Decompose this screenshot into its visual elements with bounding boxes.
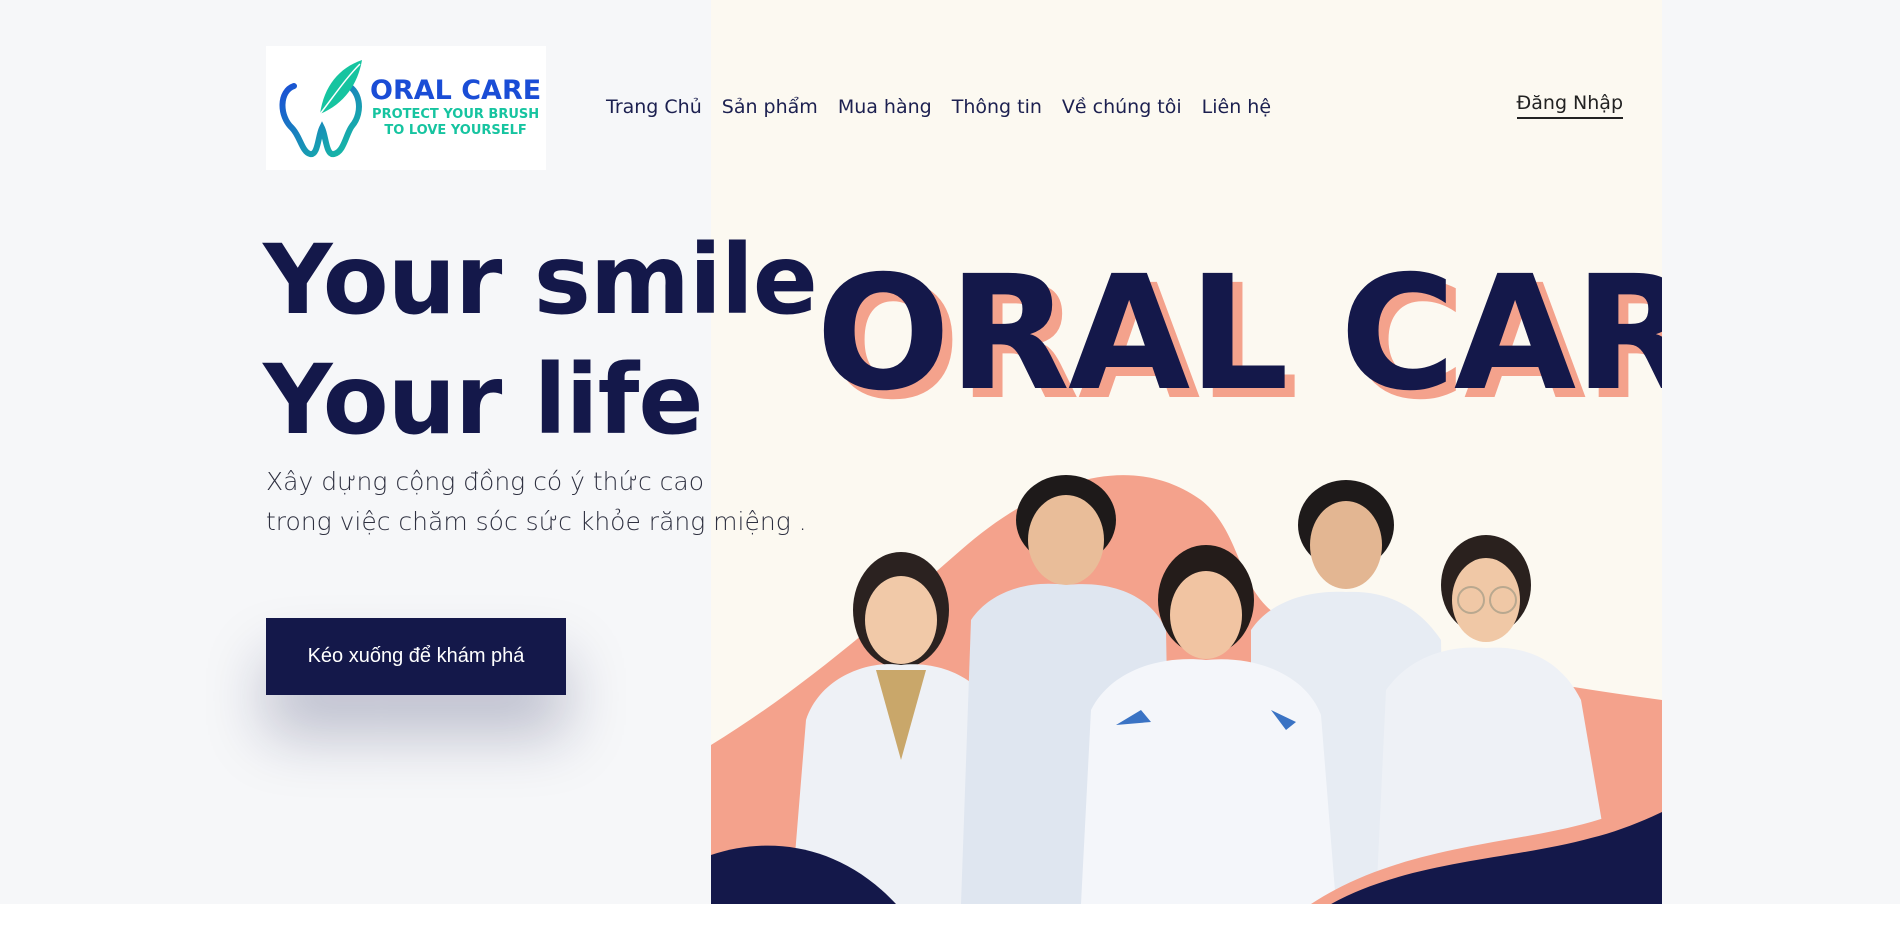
hero-headline-line2: Your life: [263, 344, 703, 456]
explore-button[interactable]: Kéo xuống để khám phá: [266, 618, 566, 695]
login-link[interactable]: Đăng Nhập: [1516, 92, 1623, 119]
team-photo: [711, 475, 1662, 904]
nav-item-info[interactable]: Thông tin: [952, 96, 1042, 118]
hero-subtext: Xây dựng cộng đồng có ý thức cao trong v…: [266, 462, 807, 542]
hero-subtext-line1: Xây dựng cộng đồng có ý thức cao: [266, 467, 705, 496]
hero-image-panel: ORAL CARE: [711, 0, 1662, 904]
logo-tagline-line1: PROTECT YOUR BRUSH: [372, 106, 540, 122]
logo-tagline-line2: TO LOVE YOURSELF: [384, 123, 527, 138]
logo[interactable]: ORAL CARE PROTECT YOUR BRUSH TO LOVE YOU…: [266, 46, 546, 170]
nav-item-products[interactable]: Sản phẩm: [722, 96, 818, 118]
hero-subtext-line2: trong việc chăm sóc sức khỏe răng miệng …: [266, 507, 807, 536]
nav-item-contact[interactable]: Liên hệ: [1202, 96, 1271, 118]
hero-headline-line1: Your smile: [263, 224, 818, 336]
hero-headline: Your smile Your life: [263, 220, 818, 460]
logo-text: ORAL CARE PROTECT YOUR BRUSH TO LOVE YOU…: [370, 77, 541, 140]
tooth-leaf-icon: [279, 60, 362, 157]
nav-item-home[interactable]: Trang Chủ: [606, 96, 702, 118]
nav-item-about[interactable]: Về chúng tôi: [1062, 96, 1182, 118]
logo-title: ORAL CARE: [370, 74, 542, 106]
main-nav: Trang Chủ Sản phẩm Mua hàng Thông tin Về…: [606, 96, 1271, 118]
banner-title: ORAL CARE: [816, 242, 1662, 426]
nav-item-shop[interactable]: Mua hàng: [838, 96, 932, 118]
